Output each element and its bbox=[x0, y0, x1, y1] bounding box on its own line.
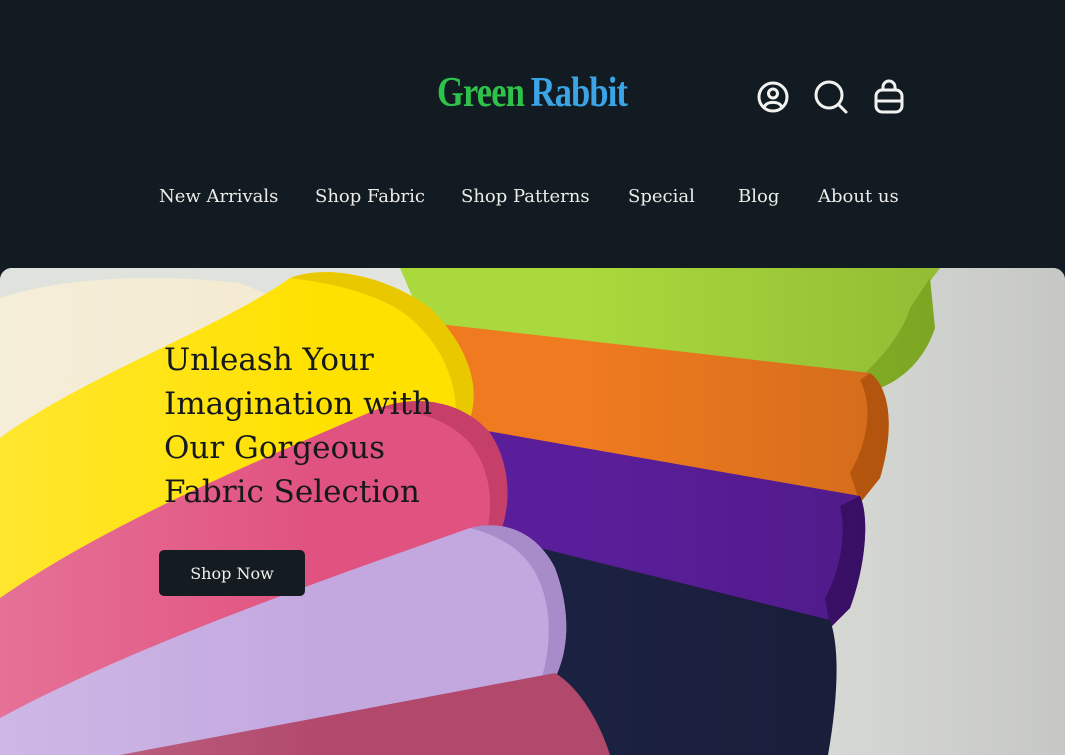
brand-word-rabbit: Rabbit bbox=[530, 70, 628, 116]
hero-banner: Unleash Your Imagination with Our Gorgeo… bbox=[0, 268, 1065, 755]
cart-button[interactable] bbox=[871, 78, 907, 116]
search-button[interactable] bbox=[813, 78, 849, 116]
account-icon bbox=[757, 81, 789, 113]
hero-title: Unleash Your Imagination with Our Gorgeo… bbox=[164, 342, 433, 510]
shop-now-button[interactable]: Shop Now bbox=[159, 550, 305, 596]
site-header: Green Rabbit New Arrivals Shop Fabric Sh… bbox=[0, 0, 1065, 268]
nav-about-us[interactable]: About us bbox=[818, 186, 899, 207]
nav-new-arrivals[interactable]: New Arrivals bbox=[159, 186, 278, 207]
nav-special[interactable]: Special bbox=[628, 186, 695, 207]
account-button[interactable] bbox=[755, 78, 791, 116]
header-icons bbox=[755, 78, 907, 116]
brand-logo[interactable]: Green Rabbit bbox=[437, 70, 628, 116]
brand-word-green: Green bbox=[437, 70, 525, 116]
search-icon bbox=[814, 80, 848, 114]
nav-shop-patterns[interactable]: Shop Patterns bbox=[461, 186, 590, 207]
bag-icon bbox=[874, 79, 904, 114]
fabric-stack-image bbox=[0, 268, 1065, 755]
nav-shop-fabric[interactable]: Shop Fabric bbox=[315, 186, 425, 207]
nav-blog[interactable]: Blog bbox=[738, 186, 779, 207]
